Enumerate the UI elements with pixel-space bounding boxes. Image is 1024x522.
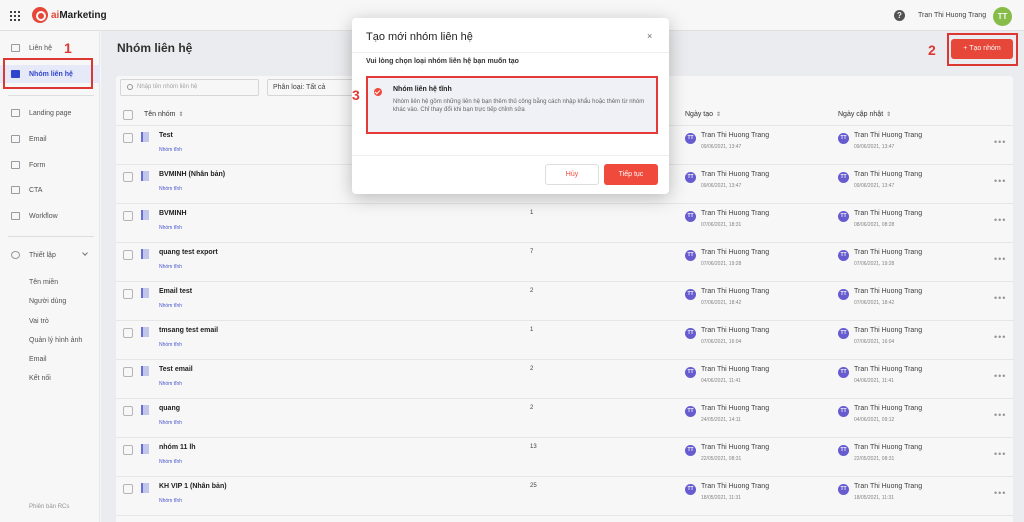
- annotation-box-3: [366, 76, 658, 134]
- dialog-title: Tạo mới nhóm liên hệ: [366, 31, 473, 43]
- dialog-divider: [352, 52, 669, 53]
- close-icon[interactable]: ×: [647, 31, 652, 41]
- dialog-divider: [352, 155, 669, 156]
- annotation-number-3: 3: [352, 87, 360, 103]
- dialog-subtitle: Vui lòng chọn loại nhóm liên hệ bạn muốn…: [366, 58, 519, 65]
- continue-button[interactable]: Tiếp tục: [604, 164, 658, 185]
- cancel-button[interactable]: Hủy: [545, 164, 599, 185]
